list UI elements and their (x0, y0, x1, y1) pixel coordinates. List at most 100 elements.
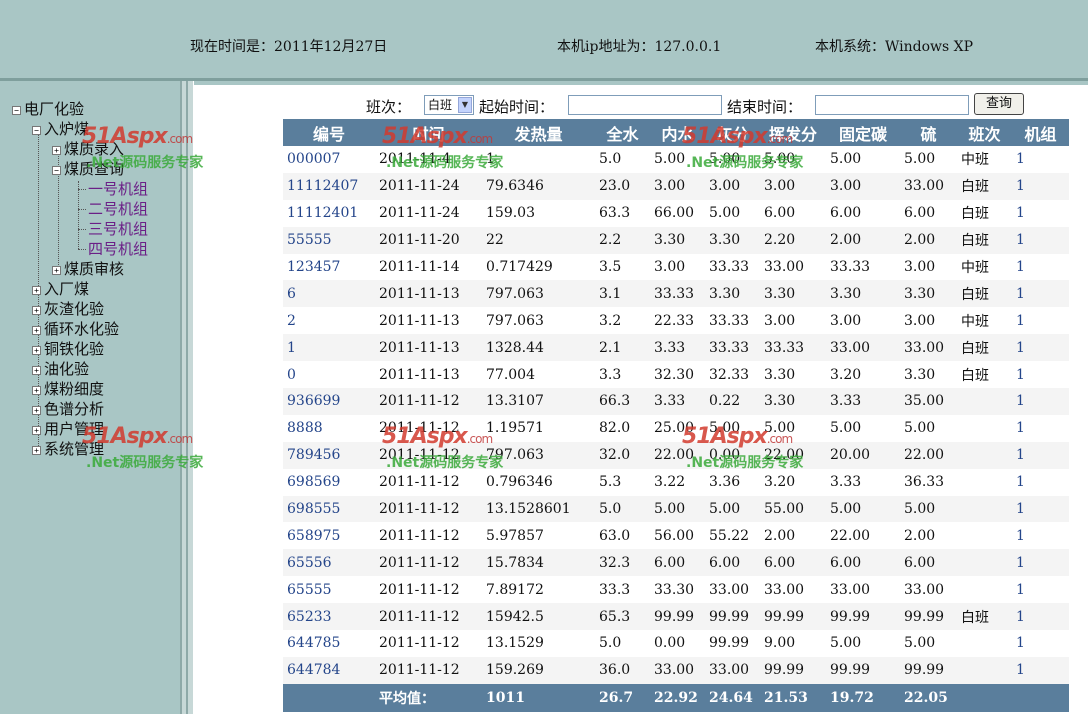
cell-volatile: 5.00 (764, 151, 796, 168)
collapse-icon[interactable]: − (32, 125, 41, 135)
footer-cell-id (283, 683, 375, 712)
table-row: 55555 2011-11-20 22 2.2 3.30 3.30 2.20 2.00 2.00… (283, 226, 1069, 254)
column-header-total-water: 全水 (595, 119, 650, 146)
cell-unit: 1 (1016, 635, 1025, 652)
cell-heat: 1 (486, 151, 495, 168)
cell-inner-water: 3.22 (654, 474, 686, 491)
tree-node-unit-2[interactable]: 二号机组 (88, 199, 148, 219)
cell-total-water: 63.0 (599, 527, 631, 544)
cell-sulfur: 33.00 (900, 172, 957, 200)
tree-node-unit-4[interactable]: 四号机组 (88, 239, 148, 259)
cell-time: 2011-11-4 (379, 151, 451, 168)
table-row: 8888 2011-11-12 1.19571 82.0 25.00 5.00 5.00 5.… (283, 415, 1069, 442)
tree-node-powder-fineness[interactable]: + 煤粉细度 (32, 379, 104, 399)
cell-ash: 99.99 (709, 635, 750, 652)
cell-inner-water: 33.00 (650, 656, 705, 684)
footer-cell-volatile: 21.53 (760, 683, 826, 712)
cell-inner-water: 0.00 (654, 635, 686, 652)
cell-sulfur: 36.33 (904, 474, 945, 491)
tree-node-ash-test[interactable]: + 灰渣化验 (32, 299, 104, 319)
tree-node-water-test[interactable]: + 循环水化验 (32, 319, 119, 339)
cell-ash: 3.36 (709, 474, 741, 491)
cell-volatile: 6.00 (760, 549, 826, 577)
expand-icon[interactable]: + (52, 145, 61, 155)
cell-inner-water: 56.00 (654, 527, 695, 544)
cell-total-water: 5.0 (595, 495, 650, 523)
cell-total-water: 33.3 (599, 581, 631, 598)
expand-icon[interactable]: + (32, 405, 41, 415)
table-body: 000007 2011-11-4 1 5.0 5.00 5.00 5.00 5.00 5.00 中… (283, 146, 1069, 712)
expand-icon[interactable]: + (32, 385, 41, 395)
cell-time: 2011-11-12 (375, 495, 482, 523)
table-row: 65556 2011-11-12 15.7834 32.3 6.00 6.00 6.00 6.… (283, 549, 1069, 577)
tree-line (78, 181, 79, 249)
tree-node-chromatography[interactable]: + 色谱分析 (32, 399, 104, 419)
cell-total-water: 3.5 (599, 259, 622, 275)
chevron-down-icon[interactable]: ▼ (458, 97, 472, 113)
end-time-input[interactable] (815, 95, 969, 115)
cell-fixed-carbon: 99.99 (826, 656, 900, 684)
cell-unit: 1 (1012, 656, 1069, 684)
expand-icon[interactable]: + (32, 345, 41, 355)
cell-inner-water: 3.33 (650, 334, 705, 362)
frame-splitter[interactable] (180, 81, 194, 714)
column-header-id: 编号 (283, 119, 375, 146)
tree-node-quality-query[interactable]: − 煤质查询 (52, 159, 124, 179)
cell-volatile: 22.00 (760, 441, 826, 469)
expand-icon[interactable]: + (32, 285, 41, 295)
cell-shift: 白班 (957, 226, 1012, 254)
tree-node-unit-1[interactable]: 一号机组 (88, 179, 148, 199)
tree-node-user-management[interactable]: + 用户管理 (32, 419, 104, 439)
cell-inner-water: 5.00 (654, 151, 686, 168)
cell-id: 2 (287, 312, 296, 329)
expand-icon[interactable]: + (32, 325, 41, 335)
local-os: 本机系统：Windows XP (815, 39, 974, 55)
shift-select[interactable]: 白班 ▼ (424, 95, 474, 115)
tree-node-quality-entry[interactable]: + 煤质录入 (52, 139, 124, 159)
expand-icon[interactable]: + (32, 305, 41, 315)
tree-node-system-management[interactable]: + 系统管理 (32, 439, 104, 459)
cell-shift: 中班 (961, 313, 989, 330)
tree-node-incoming-coal[interactable]: + 入厂煤 (32, 279, 89, 299)
cell-volatile: 99.99 (760, 603, 826, 631)
table-row: 698555 2011-11-12 13.1528601 5.0 5.00 5.00 55.… (283, 495, 1069, 523)
column-header-shift: 班次 (957, 119, 1012, 146)
cell-time: 2011-11-13 (379, 312, 460, 329)
cell-time: 2011-11-13 (375, 280, 482, 308)
cell-volatile: 33.33 (760, 334, 826, 362)
cell-fixed-carbon: 3.00 (826, 172, 900, 200)
cell-volatile: 99.99 (760, 656, 826, 684)
cell-shift: 白班 (961, 367, 989, 384)
cell-id: 55555 (283, 226, 375, 254)
cell-inner-water: 3.00 (650, 172, 705, 200)
expand-icon[interactable]: + (32, 425, 41, 435)
cell-heat: 0.717429 (486, 259, 553, 275)
cell-sulfur: 5.00 (904, 635, 936, 652)
cell-ash: 5.00 (709, 205, 741, 222)
expand-icon[interactable]: + (32, 445, 41, 455)
cell-shift (957, 576, 1012, 603)
cell-total-water: 66.3 (595, 388, 650, 415)
table-row: 65555 2011-11-12 7.89172 33.3 33.30 33.00 33.0… (283, 576, 1069, 603)
cell-shift: 白班 (961, 206, 989, 223)
cell-unit: 1 (1012, 549, 1069, 577)
start-time-input[interactable] (568, 95, 722, 115)
tree-node-quality-review[interactable]: + 煤质审核 (52, 259, 124, 279)
cell-sulfur: 5.00 (900, 495, 957, 523)
expand-icon[interactable]: + (32, 365, 41, 375)
cell-heat: 7.89172 (486, 581, 544, 598)
cell-inner-water: 22.33 (654, 312, 695, 329)
tree-line (78, 189, 86, 190)
tree-node-furnace-coal[interactable]: − 入炉煤 (32, 119, 89, 139)
tree-node-unit-3[interactable]: 三号机组 (88, 219, 148, 239)
cell-heat: 5.97857 (486, 527, 544, 544)
expand-icon[interactable]: + (52, 265, 61, 275)
query-button[interactable]: 查询 (974, 93, 1024, 115)
tree-node-copper-iron-test[interactable]: + 铜铁化验 (32, 339, 104, 359)
column-header-unit: 机组 (1012, 119, 1069, 146)
tree-node-oil-test[interactable]: + 油化验 (32, 359, 89, 379)
column-header-fixed-carbon: 固定碳 (826, 119, 900, 146)
cell-time: 2011-11-24 (379, 205, 460, 222)
cell-ash: 5.00 (705, 495, 760, 523)
collapse-icon[interactable]: − (52, 165, 61, 175)
